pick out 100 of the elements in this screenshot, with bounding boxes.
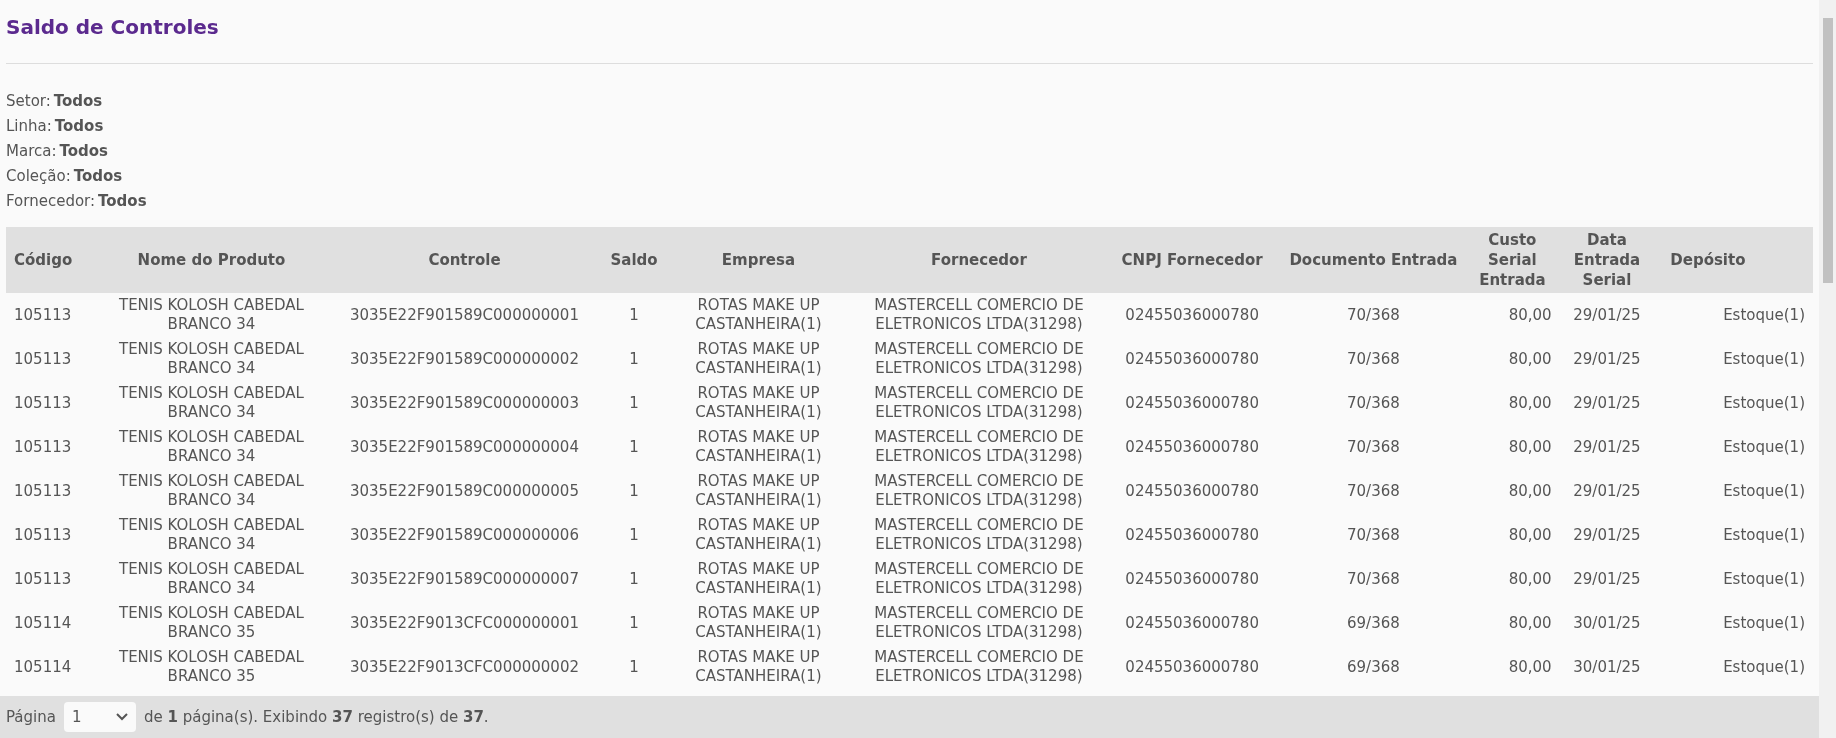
table-cell-text: TENIS KOLOSH CABEDAL BRANCO 34 — [117, 516, 305, 554]
table-cell: 3035E22F9013CFC000000001 — [349, 613, 579, 633]
table-cell: 02455036000780 — [1125, 305, 1259, 325]
table-cell: 3035E22F901589C000000002 — [349, 349, 579, 369]
table-cell: 70/368 — [1347, 305, 1400, 325]
table-cell-text: TENIS KOLOSH CABEDAL BRANCO 34 — [117, 560, 305, 598]
filter-label: Coleção: — [6, 166, 71, 187]
column-header: Nome do Produto — [137, 250, 286, 270]
table-cell-text: ROTAS MAKE UP CASTANHEIRA(1) — [694, 296, 823, 334]
table-cell: 29/01/25 — [1573, 569, 1641, 589]
table-cell: 69/368 — [1347, 657, 1400, 677]
table-cell: 29/01/25 — [1573, 525, 1641, 545]
column-header: Controle — [428, 250, 501, 270]
table-cell: 105113 — [14, 481, 72, 501]
table-cell: 105113 — [14, 525, 72, 545]
table-cell: Estoque(1) — [1723, 437, 1805, 457]
table-cell: 02455036000780 — [1125, 393, 1259, 413]
table-cell-text: MASTERCELL COMERCIO DE ELETRONICOS LTDA(31298) — [873, 604, 1085, 642]
table-cell: 1 — [629, 569, 639, 589]
table-cell: 3035E22F901589C000000003 — [349, 393, 579, 413]
table-cell-text: TENIS KOLOSH CABEDAL BRANCO 34 — [117, 428, 305, 466]
filter-label: Linha: — [6, 116, 52, 137]
table-cell: 80,00 — [1508, 613, 1552, 633]
table-cell-text: TENIS KOLOSH CABEDAL BRANCO 34 — [117, 296, 305, 334]
table-cell-text: ROTAS MAKE UP CASTANHEIRA(1) — [694, 428, 823, 466]
table-cell-text: MASTERCELL COMERCIO DE ELETRONICOS LTDA(31298) — [873, 472, 1085, 510]
table-cell: Estoque(1) — [1723, 613, 1805, 633]
filter-label: Setor: — [6, 91, 51, 112]
column-header: Saldo — [610, 250, 658, 270]
table-cell: 02455036000780 — [1125, 525, 1259, 545]
table-cell: 105114 — [14, 613, 72, 633]
table-cell: 80,00 — [1508, 437, 1552, 457]
page-title: Saldo de Controles — [6, 14, 219, 40]
table-cell: 80,00 — [1508, 481, 1552, 501]
table-cell: Estoque(1) — [1723, 349, 1805, 369]
table-cell: Estoque(1) — [1723, 305, 1805, 325]
column-header: Código — [14, 250, 73, 270]
table-cell: 70/368 — [1347, 569, 1400, 589]
table-cell: 70/368 — [1347, 349, 1400, 369]
table-cell-text: ROTAS MAKE UP CASTANHEIRA(1) — [694, 604, 823, 642]
table-cell: 30/01/25 — [1573, 613, 1641, 633]
table-cell: 105113 — [14, 349, 72, 369]
table-cell: 80,00 — [1508, 525, 1552, 545]
table-cell-text: MASTERCELL COMERCIO DE ELETRONICOS LTDA(31298) — [873, 384, 1085, 422]
table-cell-text: TENIS KOLOSH CABEDAL BRANCO 34 — [117, 384, 305, 422]
page-select[interactable]: 1 — [63, 702, 136, 732]
table-cell: 105113 — [14, 393, 72, 413]
table-cell-text: MASTERCELL COMERCIO DE ELETRONICOS LTDA(31298) — [873, 428, 1085, 466]
filter-value: Todos — [59, 141, 108, 162]
table-cell: 69/368 — [1347, 613, 1400, 633]
table-cell: 1 — [629, 525, 639, 545]
table-cell: 1 — [629, 613, 639, 633]
table-cell: 3035E22F901589C000000006 — [349, 525, 579, 545]
table-cell: 02455036000780 — [1125, 349, 1259, 369]
table-cell: 02455036000780 — [1125, 613, 1259, 633]
filter-label: Fornecedor: — [6, 191, 96, 212]
table-cell: 3035E22F9013CFC000000002 — [349, 657, 579, 677]
table-cell: 02455036000780 — [1125, 657, 1259, 677]
table-cell: 1 — [629, 349, 639, 369]
table-cell: 29/01/25 — [1573, 349, 1641, 369]
table-cell: 105114 — [14, 657, 72, 677]
table-cell-text: ROTAS MAKE UP CASTANHEIRA(1) — [694, 472, 823, 510]
table-cell: 80,00 — [1508, 349, 1552, 369]
table-cell: 3035E22F901589C000000001 — [349, 305, 579, 325]
table-cell-text: ROTAS MAKE UP CASTANHEIRA(1) — [694, 560, 823, 598]
chevron-down-icon — [115, 713, 128, 721]
table-cell: 02455036000780 — [1125, 437, 1259, 457]
table-cell: 105113 — [14, 305, 72, 325]
column-header: Custo Serial Entrada — [1478, 230, 1547, 290]
table-cell-text: MASTERCELL COMERCIO DE ELETRONICOS LTDA(31298) — [873, 560, 1085, 598]
column-header: Documento Entrada — [1289, 250, 1458, 270]
table-cell: 80,00 — [1508, 305, 1552, 325]
table-cell-text: TENIS KOLOSH CABEDAL BRANCO 34 — [117, 472, 305, 510]
table-cell-text: ROTAS MAKE UP CASTANHEIRA(1) — [694, 384, 823, 422]
table-cell: 1 — [629, 657, 639, 677]
table-cell: 3035E22F901589C000000004 — [349, 437, 579, 457]
table-cell-text: ROTAS MAKE UP CASTANHEIRA(1) — [694, 648, 823, 686]
table-cell-text: ROTAS MAKE UP CASTANHEIRA(1) — [694, 516, 823, 554]
filter-value: Todos — [54, 116, 104, 137]
table-cell: 70/368 — [1347, 525, 1400, 545]
column-header: Empresa — [721, 250, 796, 270]
table-cell: 02455036000780 — [1125, 481, 1259, 501]
table-cell: Estoque(1) — [1723, 393, 1805, 413]
filter-value: Todos — [98, 191, 147, 212]
table-cell-text: MASTERCELL COMERCIO DE ELETRONICOS LTDA(31298) — [873, 296, 1085, 334]
table-cell: Estoque(1) — [1723, 525, 1805, 545]
table-cell: 80,00 — [1508, 569, 1552, 589]
table-cell: 105113 — [14, 569, 72, 589]
table-cell: Estoque(1) — [1723, 657, 1805, 677]
table-cell: 29/01/25 — [1573, 305, 1641, 325]
scrollbar[interactable] — [1819, 0, 1836, 738]
table-cell: 80,00 — [1508, 657, 1552, 677]
column-header: Depósito — [1670, 250, 1746, 270]
table-cell-text: MASTERCELL COMERCIO DE ELETRONICOS LTDA(31298) — [873, 516, 1085, 554]
table-cell: 29/01/25 — [1573, 393, 1641, 413]
table-cell: 105113 — [14, 437, 72, 457]
table-cell: 1 — [629, 437, 639, 457]
pagination-summary: de 1 página(s). Exibindo 37 registro(s) de 37. — [143, 706, 489, 728]
table-cell: 1 — [629, 305, 639, 325]
table-cell: 80,00 — [1508, 393, 1552, 413]
